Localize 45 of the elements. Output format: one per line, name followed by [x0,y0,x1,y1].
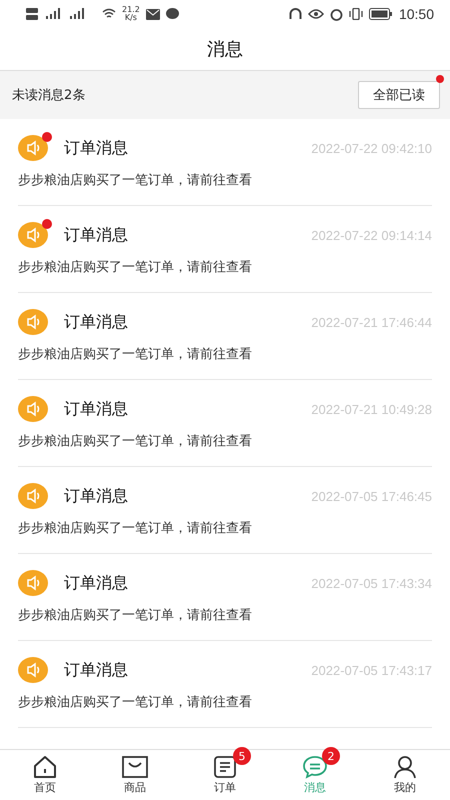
list-icon [213,755,237,779]
chat-icon [302,755,328,779]
speaker-icon [18,396,48,422]
message-text: 步步粮油店购买了一笔订单，请前往查看 [18,346,253,363]
bag-icon [121,755,149,779]
speaker-icon [18,222,48,248]
battery-icon [368,8,393,20]
message-text: 步步粮油店购买了一笔订单，请前往查看 [18,694,253,711]
message-text: 步步粮油店购买了一笔订单，请前往查看 [18,259,253,276]
unread-count: 未读消息2条 [12,87,86,104]
tab-bar-item[interactable]: 5 订单 [180,750,270,800]
message-title: 订单消息 [64,660,128,680]
message-text: 步步粮油店购买了一笔订单，请前往查看 [18,520,253,537]
count-badge: 2 [322,747,340,765]
clock-time: 10:50 [398,6,434,22]
page-title: 消息 [207,38,243,61]
speaker-icon [18,657,48,683]
tab-bar-item[interactable]: 2 消息 [270,750,360,800]
home-icon [32,755,58,779]
message-text: 步步粮油店购买了一笔订单，请前往查看 [18,607,253,624]
person-icon [393,755,417,779]
count-badge: 5 [233,747,251,765]
message-title: 订单消息 [64,312,128,332]
speaker-icon [18,483,48,509]
tab-bar-item[interactable]: 首页 [0,750,90,800]
tab-bar-item[interactable]: 我的 [360,750,450,800]
mark-all-read-button[interactable]: 全部已读 [358,81,440,109]
message-title: 订单消息 [64,138,128,158]
message-title: 订单消息 [64,572,128,594]
mail-icon [146,8,160,20]
message-title: 订单消息 [64,398,128,420]
speed-unit: K/s [124,14,137,22]
vibrate-icon [348,8,363,20]
eye-icon [308,9,324,19]
speaker-icon [18,135,48,161]
headphones-icon [288,8,302,20]
speaker-icon [18,570,48,596]
message-title: 订单消息 [64,486,128,506]
message-text: 步步粮油店购买了一笔订单，请前往查看 [18,172,253,189]
speaker-icon [18,309,48,335]
network-speed: 21.2 [122,6,140,14]
wifi-icon [102,8,116,20]
message-text: 步步粮油店购买了一笔订单，请前往查看 [18,433,253,450]
tab-bar-item[interactable]: 商品 [90,750,180,800]
message-title: 订单消息 [64,224,128,246]
